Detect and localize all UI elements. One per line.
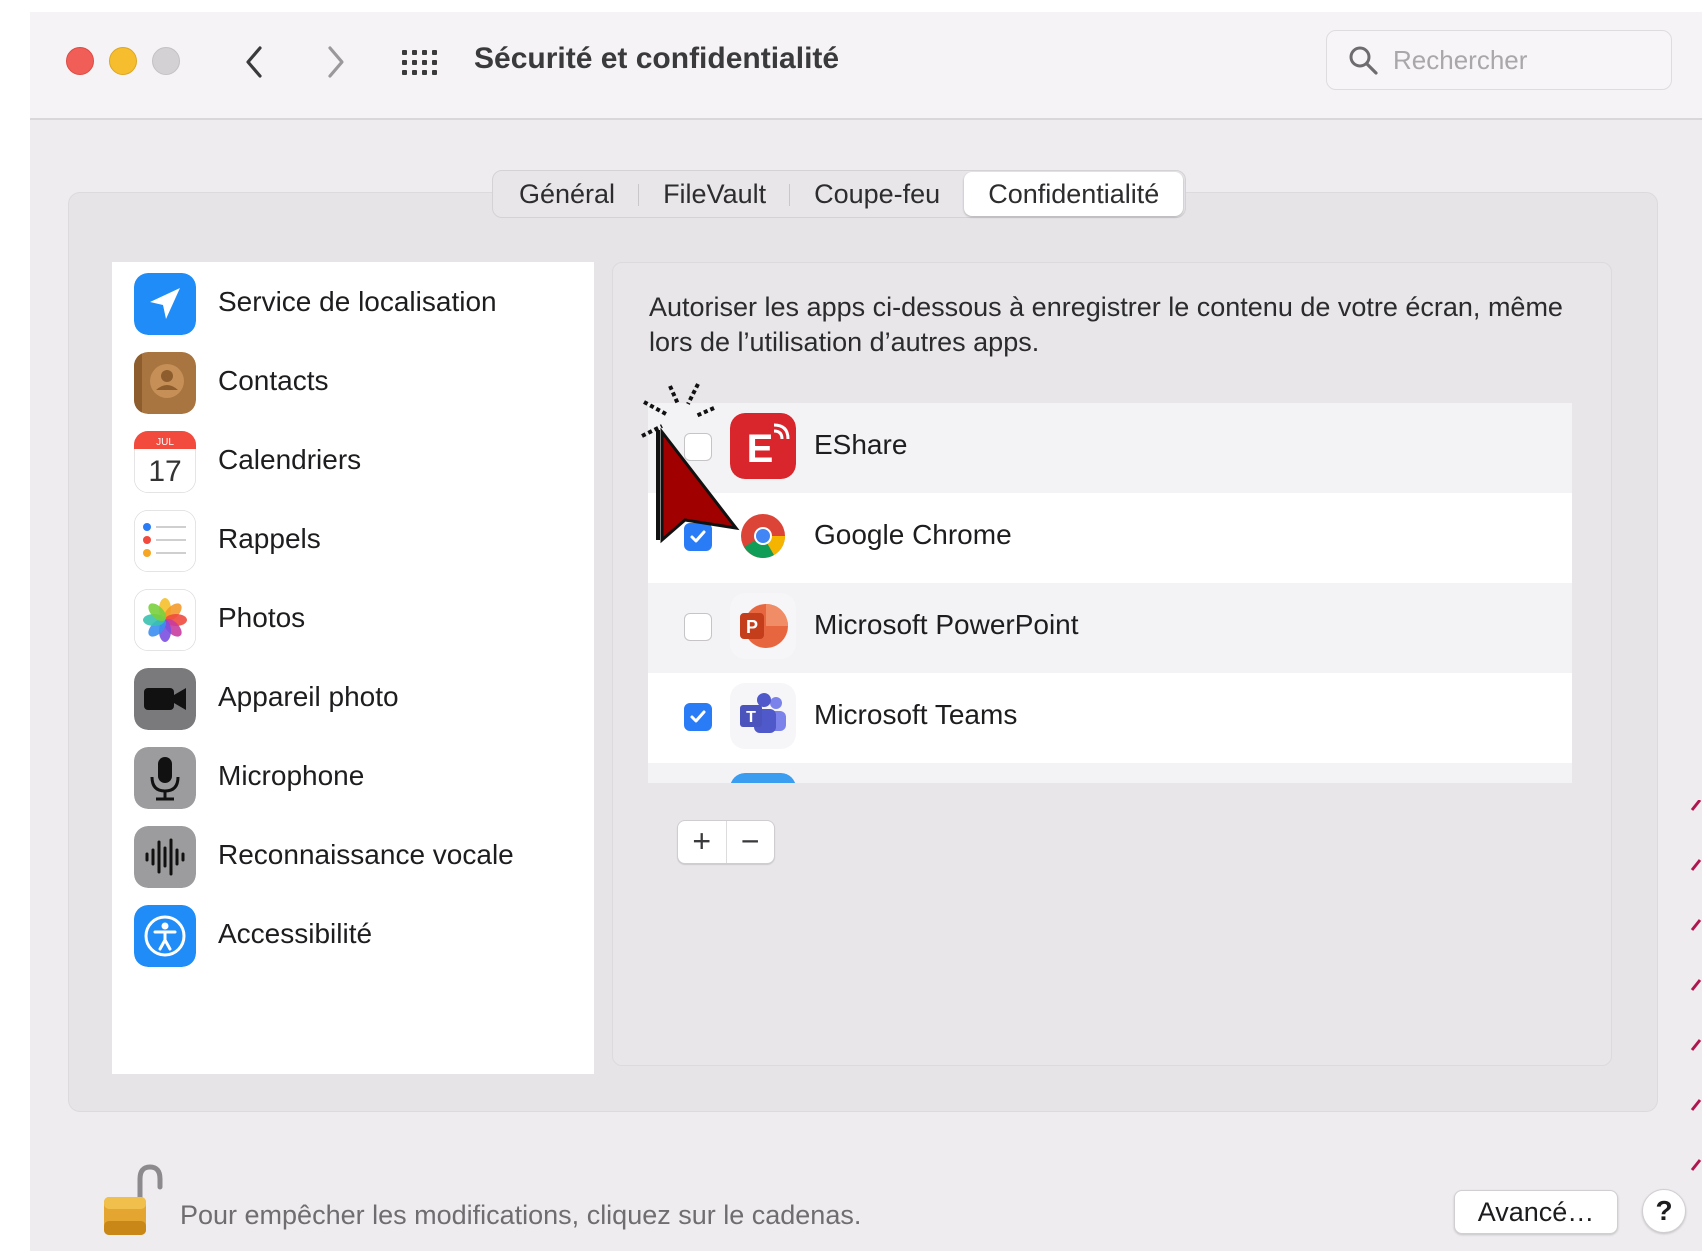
eshare-checkbox[interactable]: [684, 433, 712, 461]
eshare-icon: E: [730, 413, 796, 479]
sidebar-item-label: Appareil photo: [218, 681, 399, 712]
sidebar-item-microphone[interactable]: Microphone: [112, 736, 594, 822]
microphone-icon: [134, 747, 196, 809]
photos-icon: [134, 589, 196, 651]
app-name: EShare: [814, 429, 908, 460]
title-bar: Sécurité et confidentialité: [30, 12, 1702, 120]
location-arrow-icon: [134, 273, 196, 335]
app-name: Google Chrome: [814, 519, 1012, 550]
minimize-window-button[interactable]: [109, 47, 137, 75]
sidebar-item-label: Rappels: [218, 523, 321, 554]
sidebar-item-speech-recognition[interactable]: Reconnaissance vocale: [112, 815, 594, 901]
chrome-icon: [730, 503, 796, 569]
calendar-icon: JUL 17: [134, 431, 196, 493]
sidebar-item-label: Service de localisation: [218, 286, 497, 317]
sidebar-item-location[interactable]: Service de localisation: [112, 262, 594, 348]
preferences-window: Sécurité et confidentialité Général File…: [30, 12, 1702, 1251]
list-item[interactable]: E EShare: [648, 403, 1572, 493]
help-button[interactable]: ?: [1642, 1189, 1686, 1233]
teams-checkbox[interactable]: [684, 703, 712, 731]
advanced-button[interactable]: Avancé…: [1454, 1190, 1618, 1234]
sidebar-item-label: Calendriers: [218, 444, 362, 475]
permission-description: Autoriser les apps ci-dessous à enregist…: [649, 292, 1563, 357]
app-permission-list[interactable]: E EShare Google Chrome P Microsoft Power…: [648, 403, 1572, 783]
forward-button[interactable]: [316, 42, 356, 82]
list-item[interactable]: Google Chrome: [648, 493, 1572, 583]
add-remove-control: + −: [677, 820, 775, 864]
app-icon: [730, 773, 796, 783]
list-item[interactable]: [648, 763, 1572, 783]
sidebar-item-reminders[interactable]: Rappels: [112, 499, 594, 585]
svg-text:E: E: [747, 427, 774, 471]
edge-decoration: [1690, 800, 1702, 1171]
sidebar-item-calendars[interactable]: JUL 17 Calendriers: [112, 420, 594, 506]
sidebar-item-label: Reconnaissance vocale: [218, 839, 514, 870]
search-input[interactable]: [1391, 39, 1655, 81]
lock-button[interactable]: [96, 1163, 168, 1237]
show-all-button[interactable]: [400, 44, 440, 84]
accessibility-icon: [134, 905, 196, 967]
back-button[interactable]: [236, 42, 276, 82]
list-item[interactable]: T Microsoft Teams: [648, 673, 1572, 763]
grid-icon: [402, 50, 437, 75]
sidebar-item-accessibility[interactable]: Accessibilité: [112, 894, 594, 980]
checkmark-icon: [690, 710, 706, 723]
sidebar-item-photos[interactable]: Photos: [112, 578, 594, 664]
zoom-window-button[interactable]: [152, 47, 180, 75]
app-name: Microsoft PowerPoint: [814, 609, 1079, 640]
teams-icon: T: [730, 683, 796, 749]
camera-icon: [134, 668, 196, 730]
reminders-icon: [134, 510, 196, 572]
chrome-checkbox[interactable]: [684, 523, 712, 551]
chevron-right-icon: [328, 46, 344, 78]
sidebar-item-camera[interactable]: Appareil photo: [112, 657, 594, 743]
tab-bar: Général FileVault Coupe-feu Confidential…: [492, 170, 1187, 218]
checkmark-icon: [690, 530, 706, 543]
search-field[interactable]: [1326, 30, 1672, 90]
sidebar-item-label: Microphone: [218, 760, 365, 791]
list-item[interactable]: P Microsoft PowerPoint: [648, 583, 1572, 673]
tab-filevault[interactable]: FileVault: [639, 172, 791, 216]
unlocked-padlock-icon: [104, 1164, 163, 1235]
tab-firewall[interactable]: Coupe-feu: [790, 172, 964, 216]
svg-text:P: P: [746, 617, 758, 637]
privacy-category-list[interactable]: Service de localisation Contacts JUL 17: [112, 262, 594, 1074]
sidebar-item-label: Contacts: [218, 365, 329, 396]
svg-text:T: T: [746, 709, 756, 726]
remove-app-button[interactable]: −: [727, 821, 775, 863]
app-name: Microsoft Teams: [814, 699, 1018, 730]
speech-recognition-icon: [134, 826, 196, 888]
sidebar-item-contacts[interactable]: Contacts: [112, 341, 594, 427]
close-window-button[interactable]: [66, 47, 94, 75]
tab-general[interactable]: Général: [495, 172, 640, 216]
tab-privacy[interactable]: Confidentialité: [964, 172, 1184, 216]
powerpoint-checkbox[interactable]: [684, 613, 712, 641]
lock-hint-text: Pour empêcher les modifications, cliquez…: [180, 1200, 862, 1230]
calendar-day: 17: [148, 455, 181, 488]
window-title: Sécurité et confidentialité: [474, 42, 840, 75]
sidebar-item-label: Photos: [218, 602, 306, 633]
calendar-month: JUL: [156, 437, 174, 448]
add-app-button[interactable]: +: [678, 821, 727, 863]
sidebar-item-label: Accessibilité: [218, 918, 373, 949]
contacts-icon: [134, 352, 196, 414]
chevron-left-icon: [246, 46, 262, 78]
search-icon: [1349, 46, 1378, 75]
powerpoint-icon: P: [730, 593, 796, 659]
